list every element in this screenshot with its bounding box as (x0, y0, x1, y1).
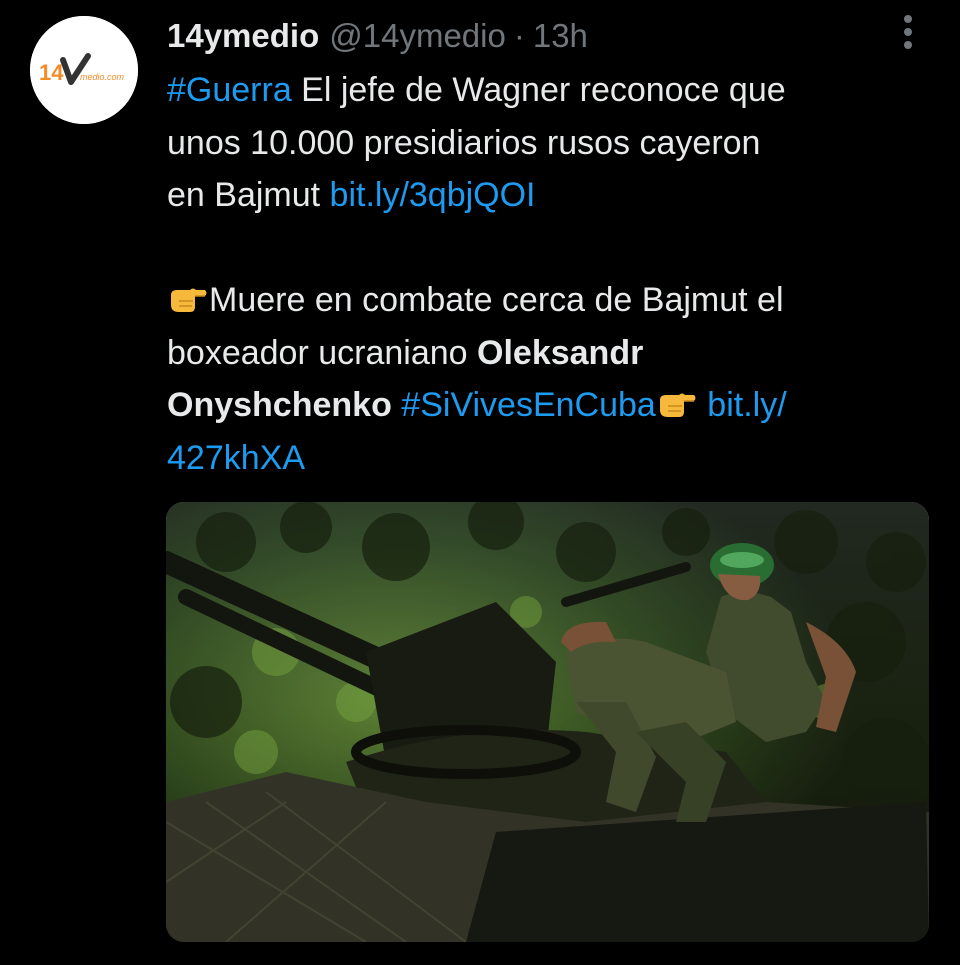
logo-number: 14 (39, 60, 64, 85)
more-vertical-icon (904, 15, 912, 49)
text-line-4: Muere en combate cerca de Bajmut el (167, 274, 927, 327)
timestamp[interactable]: 13h (533, 17, 588, 55)
text-line-7: 427khXA (167, 432, 927, 485)
tweet-photo[interactable] (166, 502, 929, 942)
text-segment (392, 386, 401, 424)
hashtag-sivivesencuba[interactable]: #SiVivesEnCuba (401, 386, 656, 424)
soldier-photo-image (166, 502, 929, 942)
tweet-header: 14ymedio @14ymedio · 13h (167, 14, 588, 58)
text-line-6: Onyshchenko #SiVivesEnCuba bit.ly/ (167, 379, 927, 432)
text-segment: en Bajmut (167, 176, 330, 214)
text-line-3: en Bajmut bit.ly/3qbjQOI (167, 169, 927, 222)
user-handle[interactable]: @14ymedio (329, 17, 506, 55)
link-bitly-2-part2[interactable]: 427khXA (167, 439, 305, 477)
bold-name-first: Oleksandr (477, 333, 644, 372)
tweet-text: #Guerra El jefe de Wagner reconoce que u… (167, 64, 927, 484)
pointing-hand-emoji-icon (171, 288, 207, 312)
text-line-5: boxeador ucraniano Oleksandr (167, 327, 927, 380)
link-bitly-1[interactable]: bit.ly/3qbjQOI (330, 176, 536, 214)
text-segment: Muere en combate cerca de Bajmut el (209, 281, 784, 319)
link-bitly-2-part1[interactable]: bit.ly/ (698, 386, 786, 424)
hashtag-guerra[interactable]: #Guerra (167, 71, 292, 109)
bold-name-last: Onyshchenko (167, 386, 392, 424)
14ymedio-logo-icon: 14 medio.com (30, 16, 138, 124)
text-segment: El jefe de Wagner reconoce que (291, 71, 786, 109)
pointing-hand-emoji-icon (659, 393, 696, 417)
logo-subtext: medio.com (80, 72, 125, 82)
text-line-1: #Guerra El jefe de Wagner reconoce que (167, 64, 927, 117)
avatar[interactable]: 14 medio.com (30, 16, 138, 124)
text-line-2: unos 10.000 presidiarios rusos cayeron (167, 117, 927, 170)
text-segment: unos 10.000 presidiarios rusos cayeron (167, 123, 761, 162)
separator-dot: · (513, 17, 525, 54)
more-options-button[interactable] (888, 12, 928, 52)
text-segment: boxeador ucraniano (167, 333, 478, 372)
display-name[interactable]: 14ymedio (167, 17, 319, 55)
